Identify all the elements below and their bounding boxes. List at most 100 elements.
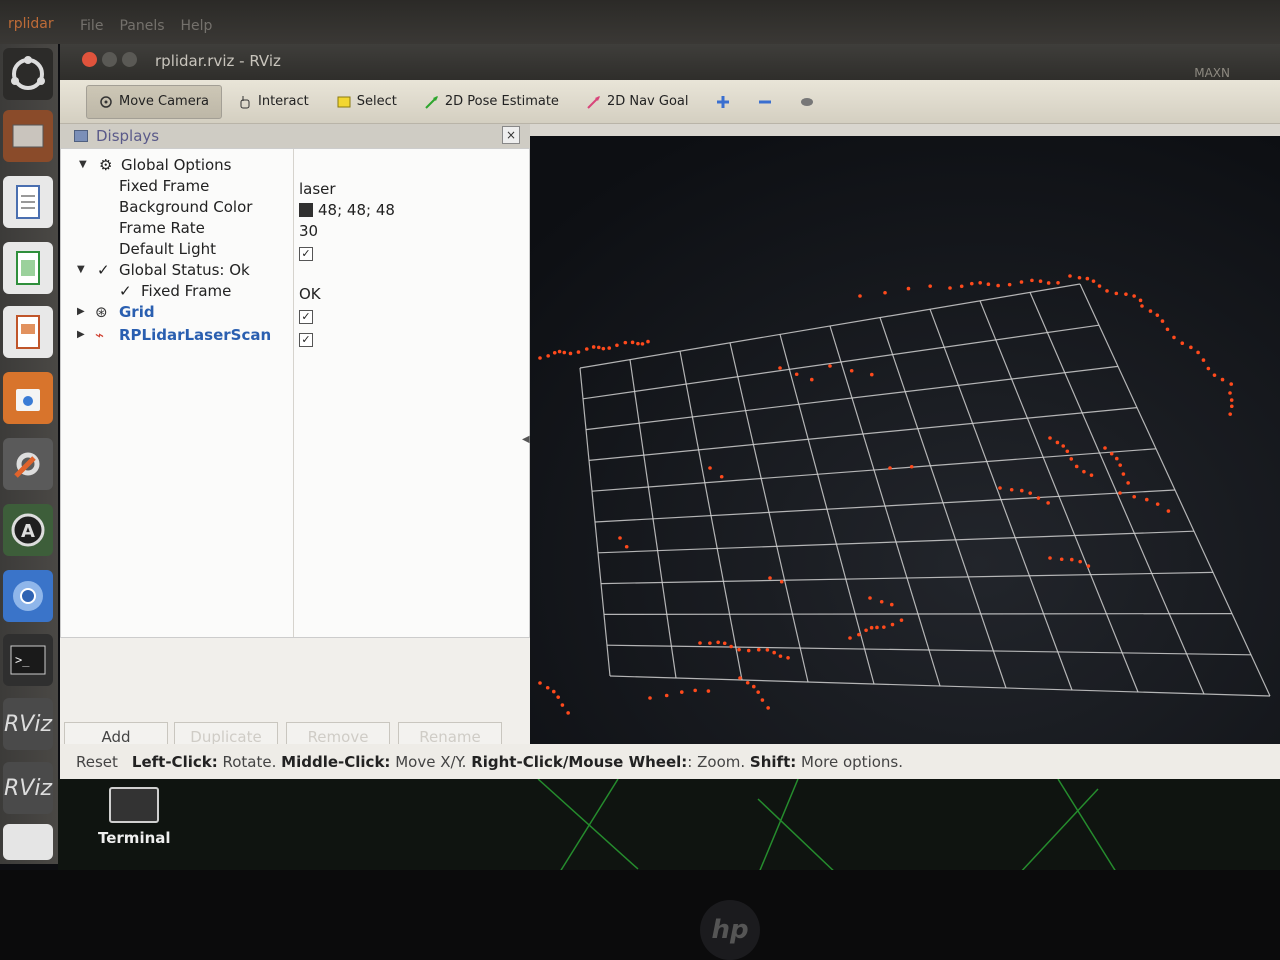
collapse-panel-toggle[interactable]: ◀ [522, 434, 530, 445]
tree-row-background-color[interactable]: Background Color 48; 48; 48 [61, 197, 529, 219]
scan-point [618, 536, 622, 540]
scan-point [882, 625, 886, 629]
move-camera-tool[interactable]: Move Camera [86, 84, 223, 119]
scan-point [1089, 473, 1094, 477]
scan-point [737, 647, 741, 652]
scan-point [1097, 284, 1102, 288]
desktop-terminal-shortcut[interactable]: Terminal [98, 787, 171, 847]
hint-left-click-desc: Rotate. [222, 752, 277, 771]
background-color-value[interactable]: 48; 48; 48 [299, 201, 395, 219]
scan-point [1103, 446, 1107, 450]
scan-point [779, 579, 784, 584]
scan-point [760, 698, 765, 702]
fixed-frame-value[interactable]: laser [299, 180, 336, 198]
scan-point [746, 648, 751, 653]
tree-row-global-options[interactable]: ▼ ⚙ Global Options [61, 155, 529, 176]
updater-icon[interactable]: A [3, 504, 53, 556]
scan-point [1105, 289, 1109, 293]
scan-point [848, 636, 852, 640]
app-name: rplidar [8, 16, 54, 32]
3d-scene[interactable] [530, 136, 1280, 748]
tree-row-default-light[interactable]: Default Light ✓ [61, 239, 529, 261]
hint-right-click: Right-Click/Mouse Wheel: [471, 752, 688, 771]
scan-point [864, 628, 868, 633]
scan-point [576, 350, 581, 354]
toolbar: Move Camera Interact Select 2D Pose Esti… [60, 80, 1280, 124]
interact-tool[interactable]: Interact [226, 85, 321, 119]
menu-help[interactable]: Help [181, 18, 213, 34]
collapse-arrow-icon[interactable]: ▶ [77, 329, 85, 340]
scan-point [1007, 282, 1012, 287]
settings-icon[interactable] [3, 438, 53, 490]
grid-checkbox[interactable]: ✓ [299, 306, 313, 324]
scan-point [551, 689, 556, 694]
scan-point [546, 354, 550, 358]
menu-panels[interactable]: Panels [119, 18, 164, 34]
tree-label: Background Color [119, 198, 253, 216]
tree-row-frame-rate[interactable]: Frame Rate 30 [61, 218, 529, 240]
collapse-arrow-icon[interactable]: ▶ [77, 306, 85, 317]
remove-tool-button[interactable] [746, 85, 784, 119]
tree-row-global-status[interactable]: ▼ ✓ Global Status: Ok [61, 260, 529, 281]
store-icon[interactable] [3, 372, 53, 424]
pose-estimate-tool[interactable]: 2D Pose Estimate [413, 85, 571, 119]
interact-label: Interact [258, 94, 309, 109]
render-viewport[interactable] [530, 136, 1280, 748]
expand-arrow-icon[interactable]: ▼ [77, 264, 85, 275]
scan-point [883, 290, 887, 295]
calc-icon[interactable] [3, 242, 53, 294]
drive-icon[interactable] [3, 824, 53, 860]
scan-point [1228, 412, 1232, 416]
scan-point [1124, 292, 1128, 296]
scan-point [557, 349, 562, 354]
tree-row-rplidar-laserscan[interactable]: ▶ ⌁ RPLidarLaserScan ✓ [61, 325, 529, 347]
chromium-icon[interactable] [3, 570, 53, 622]
scan-point [1166, 509, 1171, 513]
desktop: Terminal [58, 779, 1280, 875]
scan-point [679, 690, 684, 694]
maximize-window-button[interactable] [122, 52, 137, 67]
scan-point [630, 340, 635, 345]
tree-label: Global Status: Ok [119, 261, 250, 279]
status-bar: Reset Left-Click: Rotate. Middle-Click: … [60, 744, 1280, 779]
laserscan-checkbox[interactable]: ✓ [299, 329, 313, 347]
tree-row-grid[interactable]: ▶ ⊛ Grid ✓ [61, 302, 529, 324]
scan-point [1165, 327, 1170, 332]
default-light-checkbox[interactable]: ✓ [299, 243, 313, 261]
scan-point [1109, 451, 1114, 456]
ubuntu-icon[interactable] [3, 48, 53, 100]
minimize-window-button[interactable] [102, 52, 117, 67]
close-panel-button[interactable]: × [502, 126, 520, 144]
scan-point [664, 693, 669, 698]
camera-type-button[interactable] [788, 85, 826, 119]
scan-point [708, 466, 712, 470]
displays-title: Displays [96, 127, 160, 145]
close-window-button[interactable] [82, 52, 97, 67]
scan-point [1172, 335, 1176, 340]
displays-panel-title: Displays [60, 124, 530, 148]
terminal-icon[interactable]: >_ [3, 634, 53, 686]
menu-file[interactable]: File [80, 18, 103, 34]
scan-point [1132, 494, 1137, 499]
scan-point [738, 676, 742, 680]
impress-icon[interactable] [3, 306, 53, 358]
frame-rate-value[interactable]: 30 [299, 222, 318, 240]
title-bar: rplidar.rviz - RViz MAXN [60, 44, 1280, 80]
scan-point [566, 711, 570, 715]
displays-tree: ▼ ⚙ Global Options Fixed Frame laser Bac… [60, 148, 530, 638]
rviz-icon[interactable]: RViz [3, 698, 53, 750]
scan-point [890, 622, 895, 627]
tree-label: Global Options [121, 156, 232, 174]
select-tool[interactable]: Select [325, 85, 409, 119]
add-tool-button[interactable] [704, 85, 742, 119]
writer-icon[interactable] [3, 176, 53, 228]
files-icon[interactable] [3, 110, 53, 162]
reset-button[interactable]: Reset [68, 753, 126, 771]
scan-point [648, 696, 652, 700]
nav-goal-tool[interactable]: 2D Nav Goal [575, 85, 701, 119]
expand-arrow-icon[interactable]: ▼ [79, 159, 87, 170]
tree-row-fixed-frame-status[interactable]: ✓ Fixed Frame OK [61, 281, 529, 303]
rviz-icon[interactable]: RViz [3, 762, 53, 814]
tree-row-fixed-frame[interactable]: Fixed Frame laser [61, 176, 529, 198]
scan-point [1046, 501, 1050, 505]
